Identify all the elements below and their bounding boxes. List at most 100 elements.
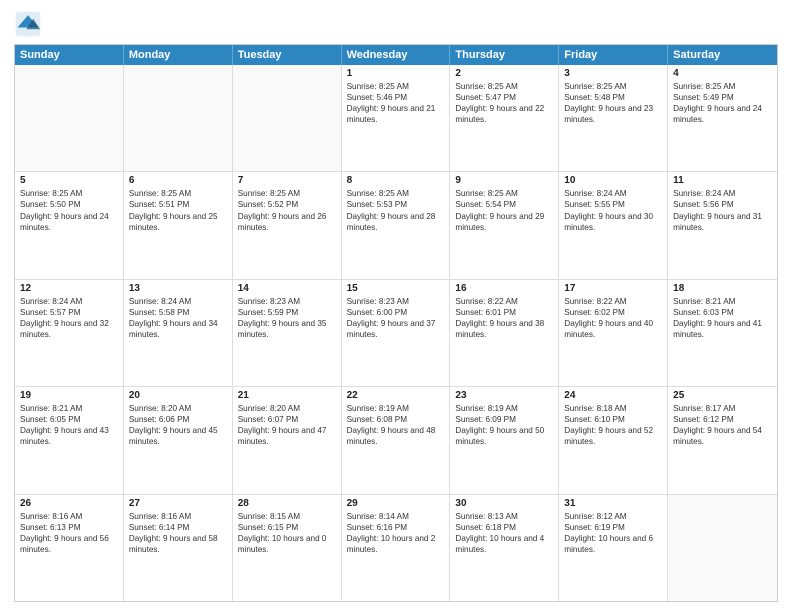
- day-number: 28: [238, 498, 336, 509]
- calendar-cell: 31Sunrise: 8:12 AMSunset: 6:19 PMDayligh…: [559, 495, 668, 601]
- daylight-text: Daylight: 9 hours and 48 minutes.: [347, 425, 445, 447]
- calendar-cell: 29Sunrise: 8:14 AMSunset: 6:16 PMDayligh…: [342, 495, 451, 601]
- day-number: 6: [129, 175, 227, 186]
- sunset-text: Sunset: 6:09 PM: [455, 414, 553, 425]
- calendar-cell: 26Sunrise: 8:16 AMSunset: 6:13 PMDayligh…: [15, 495, 124, 601]
- sunset-text: Sunset: 6:14 PM: [129, 522, 227, 533]
- sunrise-text: Sunrise: 8:24 AM: [129, 296, 227, 307]
- daylight-text: Daylight: 9 hours and 38 minutes.: [455, 318, 553, 340]
- sunrise-text: Sunrise: 8:25 AM: [673, 81, 772, 92]
- calendar-cell: 7Sunrise: 8:25 AMSunset: 5:52 PMDaylight…: [233, 172, 342, 278]
- daylight-text: Daylight: 9 hours and 32 minutes.: [20, 318, 118, 340]
- day-number: 1: [347, 68, 445, 79]
- daylight-text: Daylight: 9 hours and 45 minutes.: [129, 425, 227, 447]
- day-number: 12: [20, 283, 118, 294]
- calendar-cell: 15Sunrise: 8:23 AMSunset: 6:00 PMDayligh…: [342, 280, 451, 386]
- calendar-cell: 28Sunrise: 8:15 AMSunset: 6:15 PMDayligh…: [233, 495, 342, 601]
- sunrise-text: Sunrise: 8:19 AM: [455, 403, 553, 414]
- sunset-text: Sunset: 5:55 PM: [564, 199, 662, 210]
- day-number: 31: [564, 498, 662, 509]
- sunset-text: Sunset: 5:51 PM: [129, 199, 227, 210]
- day-number: 11: [673, 175, 772, 186]
- sunset-text: Sunset: 6:03 PM: [673, 307, 772, 318]
- day-number: 27: [129, 498, 227, 509]
- day-number: 23: [455, 390, 553, 401]
- sunset-text: Sunset: 5:49 PM: [673, 92, 772, 103]
- sunrise-text: Sunrise: 8:25 AM: [238, 188, 336, 199]
- sunset-text: Sunset: 5:57 PM: [20, 307, 118, 318]
- header: [14, 10, 778, 38]
- daylight-text: Daylight: 9 hours and 28 minutes.: [347, 211, 445, 233]
- daylight-text: Daylight: 9 hours and 56 minutes.: [20, 533, 118, 555]
- calendar-cell: 21Sunrise: 8:20 AMSunset: 6:07 PMDayligh…: [233, 387, 342, 493]
- calendar-cell: 13Sunrise: 8:24 AMSunset: 5:58 PMDayligh…: [124, 280, 233, 386]
- day-number: 10: [564, 175, 662, 186]
- day-number: 9: [455, 175, 553, 186]
- day-number: 17: [564, 283, 662, 294]
- day-number: 5: [20, 175, 118, 186]
- sunrise-text: Sunrise: 8:24 AM: [673, 188, 772, 199]
- calendar-cell: [124, 65, 233, 171]
- calendar: SundayMondayTuesdayWednesdayThursdayFrid…: [14, 44, 778, 602]
- sunrise-text: Sunrise: 8:23 AM: [238, 296, 336, 307]
- header-day-wednesday: Wednesday: [342, 45, 451, 65]
- day-number: 3: [564, 68, 662, 79]
- sunset-text: Sunset: 5:52 PM: [238, 199, 336, 210]
- day-number: 16: [455, 283, 553, 294]
- calendar-cell: [233, 65, 342, 171]
- calendar-cell: 8Sunrise: 8:25 AMSunset: 5:53 PMDaylight…: [342, 172, 451, 278]
- sunrise-text: Sunrise: 8:25 AM: [455, 188, 553, 199]
- page: SundayMondayTuesdayWednesdayThursdayFrid…: [0, 0, 792, 612]
- daylight-text: Daylight: 10 hours and 0 minutes.: [238, 533, 336, 555]
- daylight-text: Daylight: 9 hours and 41 minutes.: [673, 318, 772, 340]
- sunrise-text: Sunrise: 8:25 AM: [129, 188, 227, 199]
- sunset-text: Sunset: 5:56 PM: [673, 199, 772, 210]
- daylight-text: Daylight: 9 hours and 54 minutes.: [673, 425, 772, 447]
- daylight-text: Daylight: 9 hours and 52 minutes.: [564, 425, 662, 447]
- sunset-text: Sunset: 6:01 PM: [455, 307, 553, 318]
- calendar-cell: 18Sunrise: 8:21 AMSunset: 6:03 PMDayligh…: [668, 280, 777, 386]
- sunrise-text: Sunrise: 8:12 AM: [564, 511, 662, 522]
- day-number: 8: [347, 175, 445, 186]
- daylight-text: Daylight: 9 hours and 43 minutes.: [20, 425, 118, 447]
- calendar-row: 19Sunrise: 8:21 AMSunset: 6:05 PMDayligh…: [15, 386, 777, 493]
- sunset-text: Sunset: 6:08 PM: [347, 414, 445, 425]
- calendar-cell: 2Sunrise: 8:25 AMSunset: 5:47 PMDaylight…: [450, 65, 559, 171]
- calendar-cell: 16 Sunrise: 8:22 AMSunset: 6:01 PMDayligh…: [450, 280, 559, 386]
- sunrise-text: Sunrise: 8:21 AM: [20, 403, 118, 414]
- sunrise-text: Sunrise: 8:25 AM: [20, 188, 118, 199]
- sunset-text: Sunset: 6:00 PM: [347, 307, 445, 318]
- daylight-text: Daylight: 9 hours and 23 minutes.: [564, 103, 662, 125]
- sunrise-text: Sunrise: 8:22 AM: [564, 296, 662, 307]
- header-day-friday: Friday: [559, 45, 668, 65]
- day-number: 29: [347, 498, 445, 509]
- day-number: 14: [238, 283, 336, 294]
- sunrise-text: Sunrise: 8:16 AM: [129, 511, 227, 522]
- day-number: 22: [347, 390, 445, 401]
- calendar-cell: 27Sunrise: 8:16 AMSunset: 6:14 PMDayligh…: [124, 495, 233, 601]
- sunset-text: Sunset: 5:54 PM: [455, 199, 553, 210]
- day-number: 4: [673, 68, 772, 79]
- sunset-text: Sunset: 5:46 PM: [347, 92, 445, 103]
- sunset-text: Sunset: 5:58 PM: [129, 307, 227, 318]
- sunrise-text: Sunrise: 8:21 AM: [673, 296, 772, 307]
- daylight-text: Daylight: 9 hours and 31 minutes.: [673, 211, 772, 233]
- calendar-cell: 25Sunrise: 8:17 AMSunset: 6:12 PMDayligh…: [668, 387, 777, 493]
- logo: [14, 10, 46, 38]
- calendar-cell: 14Sunrise: 8:23 AMSunset: 5:59 PMDayligh…: [233, 280, 342, 386]
- sunrise-text: Sunrise: 8:25 AM: [347, 188, 445, 199]
- sunrise-text: Sunrise: 8:22 AM: [455, 296, 553, 307]
- day-number: 30: [455, 498, 553, 509]
- calendar-row: 1 Sunrise: 8:25 AM Sunset: 5:46 PM Daylight…: [15, 65, 777, 171]
- daylight-text: Daylight: 9 hours and 22 minutes.: [455, 103, 553, 125]
- calendar-row: 12Sunrise: 8:24 AMSunset: 5:57 PMDayligh…: [15, 279, 777, 386]
- calendar-cell: 11 Sunrise: 8:24 AMSunset: 5:56 PMDayligh…: [668, 172, 777, 278]
- calendar-row: 5Sunrise: 8:25 AMSunset: 5:50 PMDaylight…: [15, 171, 777, 278]
- sunrise-text: Sunrise: 8:15 AM: [238, 511, 336, 522]
- calendar-cell: 20Sunrise: 8:20 AMSunset: 6:06 PMDayligh…: [124, 387, 233, 493]
- calendar-cell: [668, 495, 777, 601]
- day-number: 25: [673, 390, 772, 401]
- calendar-cell: 5Sunrise: 8:25 AMSunset: 5:50 PMDaylight…: [15, 172, 124, 278]
- daylight-text: Daylight: 9 hours and 25 minutes.: [129, 211, 227, 233]
- day-number: 20: [129, 390, 227, 401]
